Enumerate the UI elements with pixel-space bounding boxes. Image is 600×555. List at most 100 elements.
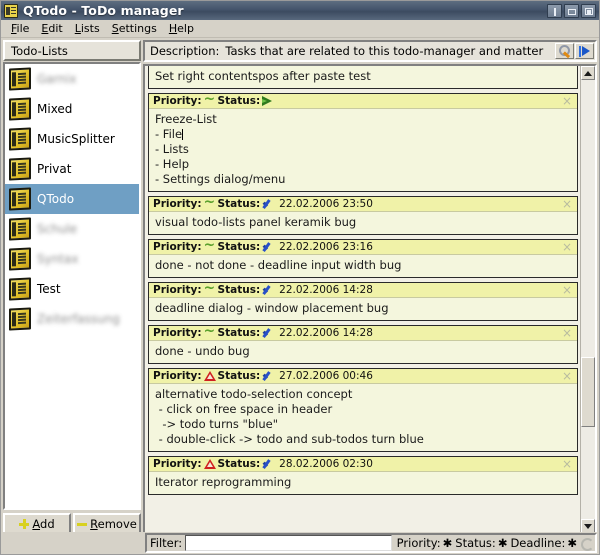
todo-list-icon: [9, 157, 31, 181]
menu-settings[interactable]: Settings: [106, 21, 163, 36]
description-bar: Description: Tasks that are related to t…: [143, 40, 597, 62]
todo-body[interactable]: Set right contentspos after paste test: [149, 66, 577, 88]
todo-close-icon[interactable]: ×: [562, 95, 574, 107]
priority-label: Priority:: [153, 327, 202, 339]
todo-header[interactable]: Priority: Status: 22.02.2006 23:50 ×: [149, 194, 577, 212]
todo-card[interactable]: Priority: Status: 22.02.2006 23:16 × done - …: [148, 237, 578, 278]
sidebar-item-syntax[interactable]: Syntax: [5, 244, 139, 274]
vertical-scrollbar[interactable]: [580, 66, 595, 533]
todo-close-icon[interactable]: ×: [562, 327, 574, 339]
todo-card[interactable]: Priority: Status: 22.02.2006 23:50 × visual …: [148, 194, 578, 235]
filter-input[interactable]: [185, 535, 392, 551]
summary-deadline[interactable]: Deadline: ✱: [510, 536, 577, 550]
todo-body[interactable]: alternative todo-selection concept - cli…: [149, 384, 577, 451]
sidebar-item-privat[interactable]: Privat: [5, 154, 139, 184]
status-done-icon: [262, 458, 275, 470]
todo-list: Set right contentspos after paste test Pr…: [145, 66, 580, 533]
sidebar-item-label: Syntax: [37, 252, 79, 266]
scrollbar-thumb[interactable]: [581, 356, 595, 427]
status-label: Status:: [217, 198, 261, 210]
menu-settings-rest: ettings: [118, 22, 157, 35]
summary-status-value: ✱: [497, 536, 508, 550]
summary-priority-value: ✱: [442, 536, 453, 550]
window-controls: [547, 3, 596, 18]
description-tool-button[interactable]: [555, 43, 574, 59]
todo-lists-listbox[interactable]: Garnix Mixed MusicSplitter Privat QTodo Schul…: [3, 62, 141, 510]
todo-close-icon[interactable]: ×: [562, 370, 574, 382]
plus-icon: [19, 519, 30, 529]
todo-header[interactable]: Priority: Status: 28.02.2006 02:30 ×: [149, 457, 577, 472]
todo-deadline: 27.02.2006 00:46: [279, 370, 373, 382]
scroll-down-button[interactable]: [581, 519, 595, 533]
menu-help[interactable]: Help: [163, 21, 200, 36]
status-done-icon: [262, 241, 275, 253]
summary-priority[interactable]: Priority: ✱: [397, 536, 453, 550]
todo-body[interactable]: Freeze-List - File - Lists - Help - Sett…: [149, 109, 577, 191]
scrollbar-track[interactable]: [581, 80, 595, 519]
todo-close-icon[interactable]: ×: [562, 458, 574, 470]
todo-header[interactable]: Priority: Status: 22.02.2006 14:28 ×: [149, 323, 577, 341]
sidebar-item-schule[interactable]: Schule: [5, 214, 139, 244]
description-value[interactable]: Tasks that are related to this todo-mana…: [225, 42, 555, 60]
sidebar-item-label: Mixed: [37, 102, 73, 116]
summary-status[interactable]: Status: ✱: [455, 536, 507, 550]
priority-label: Priority:: [153, 370, 202, 382]
todo-close-icon[interactable]: ×: [562, 284, 574, 296]
triangle-down-icon: [584, 523, 592, 529]
todo-deadline: 22.02.2006 23:50: [279, 198, 373, 210]
sidebar-item-qtodo[interactable]: QTodo: [5, 184, 139, 214]
todo-header[interactable]: Priority: Status: ×: [149, 91, 577, 109]
app-icon: [4, 3, 18, 18]
sidebar-item-test[interactable]: Test: [5, 274, 139, 304]
menu-help-rest: elp: [177, 22, 194, 35]
todo-body[interactable]: Iterator reprogramming: [149, 472, 577, 494]
play-icon: [578, 45, 591, 58]
status-done-icon: [262, 284, 275, 296]
status-label: Status:: [217, 327, 261, 339]
todo-header[interactable]: Priority: Status: 27.02.2006 00:46 ×: [149, 369, 577, 384]
todo-card-partial[interactable]: Set right contentspos after paste test: [148, 66, 578, 89]
todo-card[interactable]: Priority: Status: × Freeze-List - File - Li…: [148, 91, 578, 192]
sidebar-item-mixed[interactable]: Mixed: [5, 94, 139, 124]
todo-close-icon[interactable]: ×: [562, 241, 574, 253]
menu-file[interactable]: File: [5, 21, 35, 36]
todo-list-icon: [9, 67, 31, 91]
todo-header[interactable]: Priority: Status: 22.02.2006 23:16 ×: [149, 237, 577, 255]
todo-body[interactable]: done - not done - deadline input width b…: [149, 255, 577, 277]
todo-card[interactable]: Priority: Status: 22.02.2006 14:28 × deadlin…: [148, 280, 578, 321]
todo-header[interactable]: Priority: Status: 22.02.2006 14:28 ×: [149, 280, 577, 298]
sidebar-item-zeiterfassung[interactable]: Zeiterfassung: [5, 304, 139, 334]
menu-lists[interactable]: Lists: [69, 21, 106, 36]
description-go-button[interactable]: [575, 43, 594, 59]
menu-lists-rest: ists: [80, 22, 100, 35]
shade-button[interactable]: [547, 3, 562, 18]
todo-card[interactable]: Priority: Status: 28.02.2006 02:30 × Iterato…: [148, 456, 578, 495]
todo-body-line: Freeze-List: [155, 112, 217, 126]
window-title: QTodo - ToDo manager: [23, 3, 184, 18]
description-label: Description:: [150, 44, 220, 58]
todo-body[interactable]: done - undo bug: [149, 341, 577, 363]
sidebar-item-label: Garnix: [37, 72, 77, 86]
todo-card[interactable]: Priority: Status: 27.02.2006 00:46 × alterna…: [148, 368, 578, 452]
sidebar-item-label: Schule: [37, 222, 78, 236]
todo-close-icon[interactable]: ×: [562, 198, 574, 210]
todo-card[interactable]: Priority: Status: 22.02.2006 14:28 × done - …: [148, 323, 578, 364]
scroll-up-button[interactable]: [581, 66, 595, 80]
close-button[interactable]: [581, 3, 596, 18]
priority-normal-icon: [204, 237, 216, 253]
sidebar-item-garnix[interactable]: Garnix: [5, 64, 139, 94]
menu-edit[interactable]: Edit: [35, 21, 68, 36]
maximize-button[interactable]: [564, 3, 579, 18]
todo-body[interactable]: deadline dialog - window placement bug: [149, 298, 577, 320]
refresh-icon[interactable]: [580, 537, 594, 551]
filter-bar: Filter: Priority: ✱ Status: ✱ Deadline: …: [145, 533, 597, 553]
priority-normal-icon: [204, 323, 216, 339]
todo-list-icon: [9, 307, 31, 331]
sidebar-item-musicsplitter[interactable]: MusicSplitter: [5, 124, 139, 154]
todo-deadline: 28.02.2006 02:30: [279, 458, 373, 470]
priority-label: Priority:: [153, 198, 202, 210]
priority-label: Priority:: [153, 95, 202, 107]
status-label: Status:: [217, 284, 261, 296]
todo-body[interactable]: visual todo-lists panel keramik bug: [149, 212, 577, 234]
summary-deadline-value: ✱: [567, 536, 577, 550]
